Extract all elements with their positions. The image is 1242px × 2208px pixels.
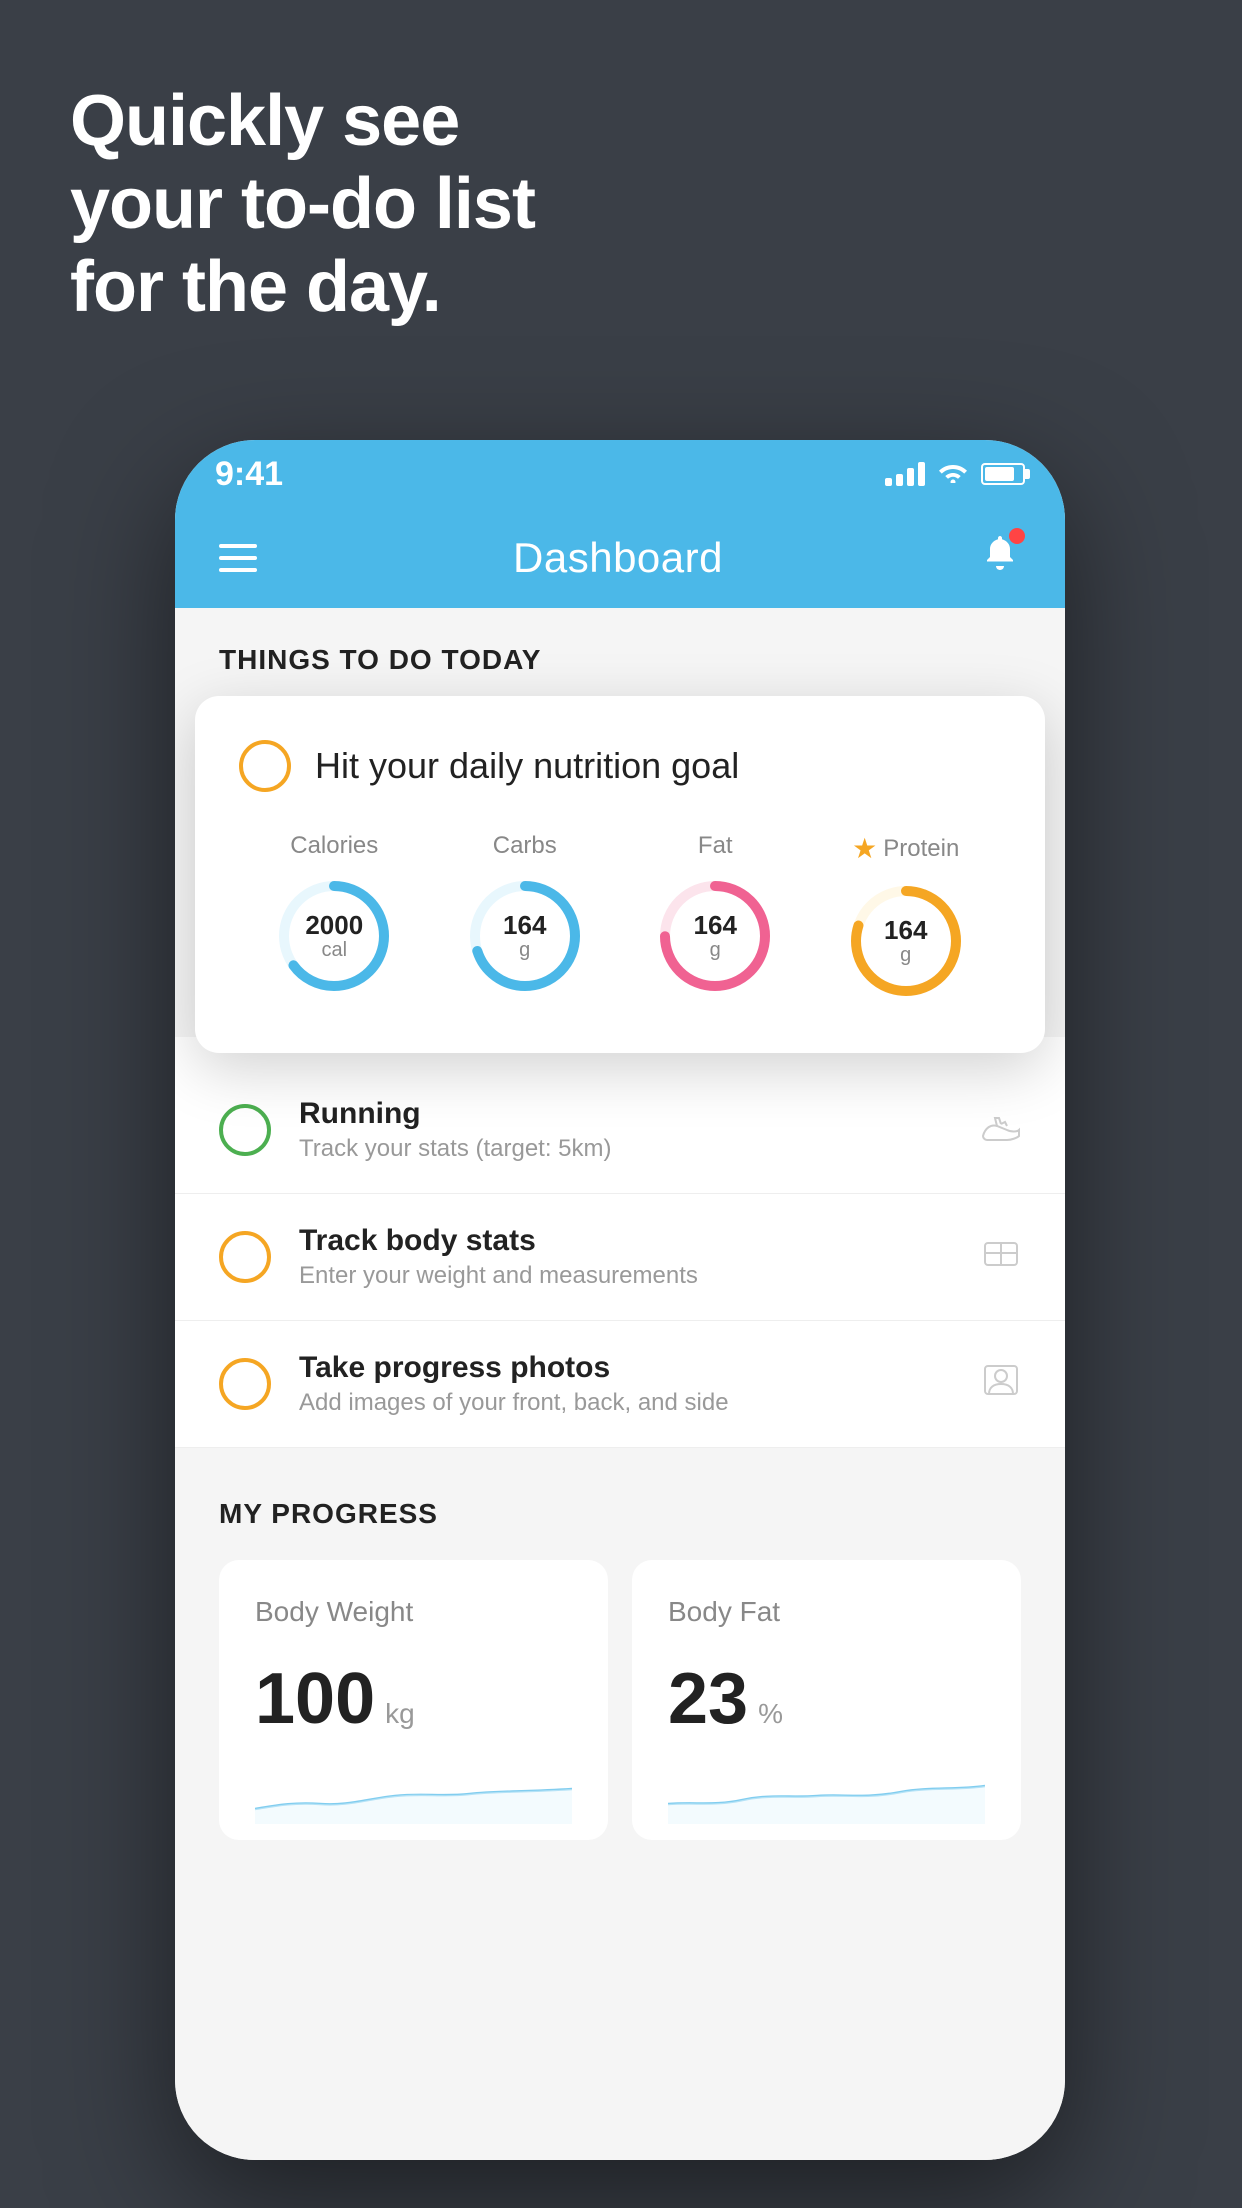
nutrition-card[interactable]: Hit your daily nutrition goal Calories 2… bbox=[195, 696, 1045, 1053]
macro-protein-label-wrapper: ★ Protein bbox=[852, 832, 959, 865]
macro-fat: Fat 164 g bbox=[655, 832, 775, 996]
notification-button[interactable] bbox=[979, 532, 1021, 584]
todo-item-progress-photos[interactable]: Take progress photos Add images of your … bbox=[175, 1321, 1065, 1448]
hero-line2: your to-do list bbox=[70, 163, 535, 246]
progress-section-title: MY PROGRESS bbox=[219, 1498, 1021, 1530]
body-fat-unit: % bbox=[758, 1698, 783, 1730]
status-time: 9:41 bbox=[215, 455, 283, 494]
body-weight-unit: kg bbox=[385, 1698, 415, 1730]
hero-line3: for the day. bbox=[70, 246, 535, 329]
todo-item-running[interactable]: Running Track your stats (target: 5km) bbox=[175, 1067, 1065, 1194]
macro-protein-label: Protein bbox=[883, 835, 959, 863]
macro-carbs-label: Carbs bbox=[493, 832, 557, 860]
macro-calories-circle: 2000 cal bbox=[274, 876, 394, 996]
body-weight-value-wrapper: 100 kg bbox=[255, 1658, 572, 1740]
macro-carbs: Carbs 164 g bbox=[465, 832, 585, 996]
progress-card-body-weight[interactable]: Body Weight 100 kg bbox=[219, 1560, 608, 1840]
hero-text: Quickly see your to-do list for the day. bbox=[70, 80, 535, 328]
todo-running-circle bbox=[219, 1104, 271, 1156]
macro-carbs-unit: g bbox=[503, 939, 546, 962]
macro-calories-value: 2000 bbox=[305, 910, 363, 941]
todo-bodystats-circle bbox=[219, 1231, 271, 1283]
notification-badge bbox=[1009, 528, 1025, 544]
phone-frame: 9:41 Dashboard bbox=[175, 440, 1065, 2160]
macro-protein-unit: g bbox=[884, 944, 927, 967]
macro-fat-unit: g bbox=[694, 939, 737, 962]
todo-photos-text: Take progress photos Add images of your … bbox=[299, 1351, 953, 1417]
status-icons bbox=[885, 458, 1025, 490]
todo-bodystats-text: Track body stats Enter your weight and m… bbox=[299, 1224, 953, 1290]
todo-running-subtitle: Track your stats (target: 5km) bbox=[299, 1135, 953, 1163]
macro-fat-value: 164 bbox=[694, 910, 737, 941]
header-title: Dashboard bbox=[513, 534, 723, 582]
macro-protein-value: 164 bbox=[884, 915, 927, 946]
progress-cards: Body Weight 100 kg Body Fat bbox=[219, 1560, 1021, 1840]
macro-fat-label: Fat bbox=[698, 832, 733, 860]
nutrition-card-title: Hit your daily nutrition goal bbox=[315, 745, 739, 787]
things-section-header: THINGS TO DO TODAY bbox=[175, 608, 1065, 696]
signal-bars-icon bbox=[885, 462, 925, 486]
body-fat-card-title: Body Fat bbox=[668, 1596, 985, 1628]
macro-calories-unit: cal bbox=[305, 939, 363, 962]
app-header: Dashboard bbox=[175, 508, 1065, 608]
body-weight-chart bbox=[255, 1764, 572, 1824]
todo-running-title: Running bbox=[299, 1097, 953, 1131]
star-icon: ★ bbox=[852, 832, 877, 865]
body-weight-number: 100 bbox=[255, 1658, 375, 1740]
macro-carbs-value: 164 bbox=[503, 910, 546, 941]
todo-bodystats-subtitle: Enter your weight and measurements bbox=[299, 1262, 953, 1290]
macro-fat-circle: 164 g bbox=[655, 876, 775, 996]
body-weight-card-title: Body Weight bbox=[255, 1596, 572, 1628]
nutrition-card-header: Hit your daily nutrition goal bbox=[239, 740, 1001, 792]
hero-line1: Quickly see bbox=[70, 80, 535, 163]
status-bar: 9:41 bbox=[175, 440, 1065, 508]
progress-card-body-fat[interactable]: Body Fat 23 % bbox=[632, 1560, 1021, 1840]
macro-protein-circle: 164 g bbox=[846, 881, 966, 1001]
person-icon bbox=[981, 1362, 1021, 1407]
body-fat-chart bbox=[668, 1764, 985, 1824]
phone-content: THINGS TO DO TODAY Hit your daily nutrit… bbox=[175, 608, 1065, 2160]
body-fat-number: 23 bbox=[668, 1658, 748, 1740]
macro-calories: Calories 2000 cal bbox=[274, 832, 394, 996]
todo-bodystats-title: Track body stats bbox=[299, 1224, 953, 1258]
menu-button[interactable] bbox=[219, 544, 257, 572]
todo-photos-title: Take progress photos bbox=[299, 1351, 953, 1385]
wifi-icon bbox=[937, 458, 969, 490]
todo-photos-circle bbox=[219, 1358, 271, 1410]
todo-item-body-stats[interactable]: Track body stats Enter your weight and m… bbox=[175, 1194, 1065, 1321]
progress-section: MY PROGRESS Body Weight 100 kg bbox=[175, 1448, 1065, 1870]
things-section-title: THINGS TO DO TODAY bbox=[219, 644, 541, 675]
shoe-icon bbox=[981, 1108, 1021, 1153]
todo-running-text: Running Track your stats (target: 5km) bbox=[299, 1097, 953, 1163]
macro-calories-label: Calories bbox=[290, 832, 378, 860]
scale-icon bbox=[981, 1235, 1021, 1280]
macro-carbs-circle: 164 g bbox=[465, 876, 585, 996]
todo-list: Running Track your stats (target: 5km) T… bbox=[175, 1037, 1065, 1448]
todo-photos-subtitle: Add images of your front, back, and side bbox=[299, 1389, 953, 1417]
battery-icon bbox=[981, 463, 1025, 485]
nutrition-macros: Calories 2000 cal Carbs bbox=[239, 832, 1001, 1001]
macro-protein: ★ Protein 164 g bbox=[846, 832, 966, 1001]
body-fat-value-wrapper: 23 % bbox=[668, 1658, 985, 1740]
nutrition-check-circle[interactable] bbox=[239, 740, 291, 792]
